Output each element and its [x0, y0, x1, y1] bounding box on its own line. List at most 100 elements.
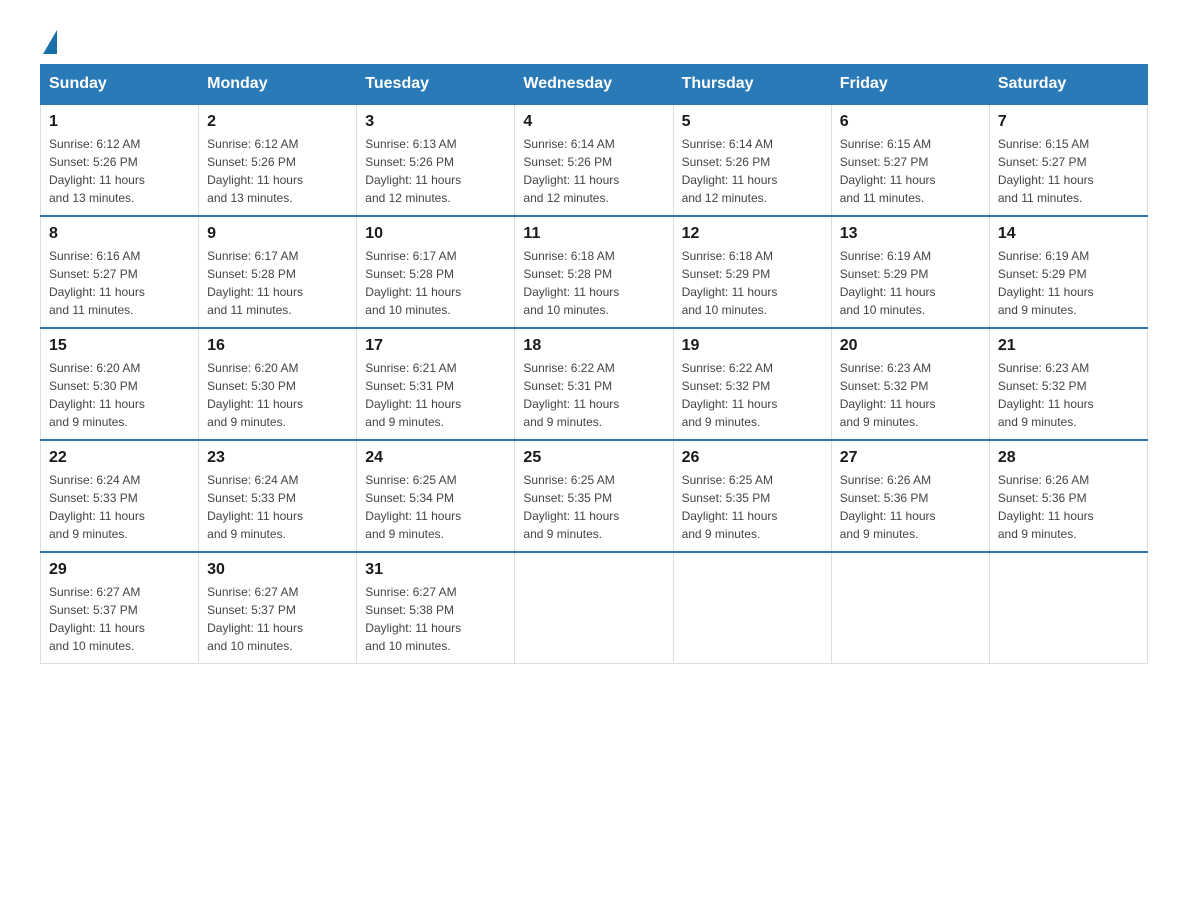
calendar-cell: 25 Sunrise: 6:25 AMSunset: 5:35 PMDaylig… — [515, 440, 673, 552]
calendar-cell: 14 Sunrise: 6:19 AMSunset: 5:29 PMDaylig… — [989, 216, 1147, 328]
day-info: Sunrise: 6:23 AMSunset: 5:32 PMDaylight:… — [840, 361, 936, 429]
day-info: Sunrise: 6:23 AMSunset: 5:32 PMDaylight:… — [998, 361, 1094, 429]
day-info: Sunrise: 6:20 AMSunset: 5:30 PMDaylight:… — [49, 361, 145, 429]
day-number: 24 — [365, 449, 506, 467]
day-number: 6 — [840, 113, 981, 131]
day-number: 23 — [207, 449, 348, 467]
day-info: Sunrise: 6:25 AMSunset: 5:35 PMDaylight:… — [682, 473, 778, 541]
day-number: 29 — [49, 561, 190, 579]
day-info: Sunrise: 6:17 AMSunset: 5:28 PMDaylight:… — [207, 249, 303, 317]
calendar-cell: 27 Sunrise: 6:26 AMSunset: 5:36 PMDaylig… — [831, 440, 989, 552]
calendar-cell: 30 Sunrise: 6:27 AMSunset: 5:37 PMDaylig… — [199, 552, 357, 664]
day-info: Sunrise: 6:25 AMSunset: 5:34 PMDaylight:… — [365, 473, 461, 541]
calendar-cell: 2 Sunrise: 6:12 AMSunset: 5:26 PMDayligh… — [199, 104, 357, 216]
calendar-cell: 23 Sunrise: 6:24 AMSunset: 5:33 PMDaylig… — [199, 440, 357, 552]
day-number: 19 — [682, 337, 823, 355]
calendar-header-row: SundayMondayTuesdayWednesdayThursdayFrid… — [41, 65, 1148, 105]
day-number: 20 — [840, 337, 981, 355]
day-info: Sunrise: 6:12 AMSunset: 5:26 PMDaylight:… — [49, 137, 145, 205]
day-info: Sunrise: 6:15 AMSunset: 5:27 PMDaylight:… — [998, 137, 1094, 205]
day-info: Sunrise: 6:27 AMSunset: 5:38 PMDaylight:… — [365, 585, 461, 653]
day-number: 15 — [49, 337, 190, 355]
calendar-cell: 15 Sunrise: 6:20 AMSunset: 5:30 PMDaylig… — [41, 328, 199, 440]
calendar-cell: 13 Sunrise: 6:19 AMSunset: 5:29 PMDaylig… — [831, 216, 989, 328]
calendar-header-monday: Monday — [199, 65, 357, 105]
day-number: 25 — [523, 449, 664, 467]
day-number: 18 — [523, 337, 664, 355]
day-number: 11 — [523, 225, 664, 243]
calendar-header-sunday: Sunday — [41, 65, 199, 105]
day-number: 28 — [998, 449, 1139, 467]
day-number: 7 — [998, 113, 1139, 131]
calendar-cell: 7 Sunrise: 6:15 AMSunset: 5:27 PMDayligh… — [989, 104, 1147, 216]
day-number: 30 — [207, 561, 348, 579]
day-number: 22 — [49, 449, 190, 467]
calendar-header-thursday: Thursday — [673, 65, 831, 105]
day-info: Sunrise: 6:14 AMSunset: 5:26 PMDaylight:… — [523, 137, 619, 205]
day-number: 13 — [840, 225, 981, 243]
calendar-header-tuesday: Tuesday — [357, 65, 515, 105]
calendar-header-friday: Friday — [831, 65, 989, 105]
day-info: Sunrise: 6:25 AMSunset: 5:35 PMDaylight:… — [523, 473, 619, 541]
day-number: 2 — [207, 113, 348, 131]
calendar-cell: 11 Sunrise: 6:18 AMSunset: 5:28 PMDaylig… — [515, 216, 673, 328]
calendar-cell: 4 Sunrise: 6:14 AMSunset: 5:26 PMDayligh… — [515, 104, 673, 216]
day-info: Sunrise: 6:19 AMSunset: 5:29 PMDaylight:… — [998, 249, 1094, 317]
day-info: Sunrise: 6:24 AMSunset: 5:33 PMDaylight:… — [207, 473, 303, 541]
day-info: Sunrise: 6:18 AMSunset: 5:29 PMDaylight:… — [682, 249, 778, 317]
day-number: 27 — [840, 449, 981, 467]
day-number: 31 — [365, 561, 506, 579]
day-number: 5 — [682, 113, 823, 131]
day-number: 21 — [998, 337, 1139, 355]
calendar-cell — [515, 552, 673, 664]
day-info: Sunrise: 6:12 AMSunset: 5:26 PMDaylight:… — [207, 137, 303, 205]
calendar-header-saturday: Saturday — [989, 65, 1147, 105]
calendar-cell: 28 Sunrise: 6:26 AMSunset: 5:36 PMDaylig… — [989, 440, 1147, 552]
day-info: Sunrise: 6:13 AMSunset: 5:26 PMDaylight:… — [365, 137, 461, 205]
calendar-cell: 21 Sunrise: 6:23 AMSunset: 5:32 PMDaylig… — [989, 328, 1147, 440]
day-number: 3 — [365, 113, 506, 131]
calendar-cell: 18 Sunrise: 6:22 AMSunset: 5:31 PMDaylig… — [515, 328, 673, 440]
calendar-week-row: 29 Sunrise: 6:27 AMSunset: 5:37 PMDaylig… — [41, 552, 1148, 664]
calendar-cell: 10 Sunrise: 6:17 AMSunset: 5:28 PMDaylig… — [357, 216, 515, 328]
logo-triangle-icon — [43, 30, 57, 54]
calendar-cell: 5 Sunrise: 6:14 AMSunset: 5:26 PMDayligh… — [673, 104, 831, 216]
day-info: Sunrise: 6:21 AMSunset: 5:31 PMDaylight:… — [365, 361, 461, 429]
day-number: 9 — [207, 225, 348, 243]
page-header — [40, 30, 1148, 44]
calendar-cell: 8 Sunrise: 6:16 AMSunset: 5:27 PMDayligh… — [41, 216, 199, 328]
day-number: 26 — [682, 449, 823, 467]
day-number: 17 — [365, 337, 506, 355]
day-info: Sunrise: 6:22 AMSunset: 5:32 PMDaylight:… — [682, 361, 778, 429]
day-info: Sunrise: 6:16 AMSunset: 5:27 PMDaylight:… — [49, 249, 145, 317]
calendar-cell: 9 Sunrise: 6:17 AMSunset: 5:28 PMDayligh… — [199, 216, 357, 328]
day-info: Sunrise: 6:27 AMSunset: 5:37 PMDaylight:… — [49, 585, 145, 653]
calendar-header-wednesday: Wednesday — [515, 65, 673, 105]
day-info: Sunrise: 6:20 AMSunset: 5:30 PMDaylight:… — [207, 361, 303, 429]
day-info: Sunrise: 6:18 AMSunset: 5:28 PMDaylight:… — [523, 249, 619, 317]
calendar-cell: 12 Sunrise: 6:18 AMSunset: 5:29 PMDaylig… — [673, 216, 831, 328]
day-number: 12 — [682, 225, 823, 243]
day-number: 10 — [365, 225, 506, 243]
calendar-cell: 29 Sunrise: 6:27 AMSunset: 5:37 PMDaylig… — [41, 552, 199, 664]
calendar-cell: 24 Sunrise: 6:25 AMSunset: 5:34 PMDaylig… — [357, 440, 515, 552]
calendar-week-row: 8 Sunrise: 6:16 AMSunset: 5:27 PMDayligh… — [41, 216, 1148, 328]
calendar-cell: 22 Sunrise: 6:24 AMSunset: 5:33 PMDaylig… — [41, 440, 199, 552]
calendar-cell: 16 Sunrise: 6:20 AMSunset: 5:30 PMDaylig… — [199, 328, 357, 440]
calendar-cell — [831, 552, 989, 664]
logo — [40, 30, 57, 44]
calendar-cell — [673, 552, 831, 664]
calendar-cell: 1 Sunrise: 6:12 AMSunset: 5:26 PMDayligh… — [41, 104, 199, 216]
calendar-table: SundayMondayTuesdayWednesdayThursdayFrid… — [40, 64, 1148, 664]
day-number: 8 — [49, 225, 190, 243]
day-info: Sunrise: 6:26 AMSunset: 5:36 PMDaylight:… — [840, 473, 936, 541]
day-info: Sunrise: 6:24 AMSunset: 5:33 PMDaylight:… — [49, 473, 145, 541]
calendar-week-row: 22 Sunrise: 6:24 AMSunset: 5:33 PMDaylig… — [41, 440, 1148, 552]
calendar-cell: 19 Sunrise: 6:22 AMSunset: 5:32 PMDaylig… — [673, 328, 831, 440]
calendar-cell: 26 Sunrise: 6:25 AMSunset: 5:35 PMDaylig… — [673, 440, 831, 552]
calendar-week-row: 15 Sunrise: 6:20 AMSunset: 5:30 PMDaylig… — [41, 328, 1148, 440]
calendar-cell: 3 Sunrise: 6:13 AMSunset: 5:26 PMDayligh… — [357, 104, 515, 216]
calendar-cell: 20 Sunrise: 6:23 AMSunset: 5:32 PMDaylig… — [831, 328, 989, 440]
day-number: 4 — [523, 113, 664, 131]
day-info: Sunrise: 6:17 AMSunset: 5:28 PMDaylight:… — [365, 249, 461, 317]
